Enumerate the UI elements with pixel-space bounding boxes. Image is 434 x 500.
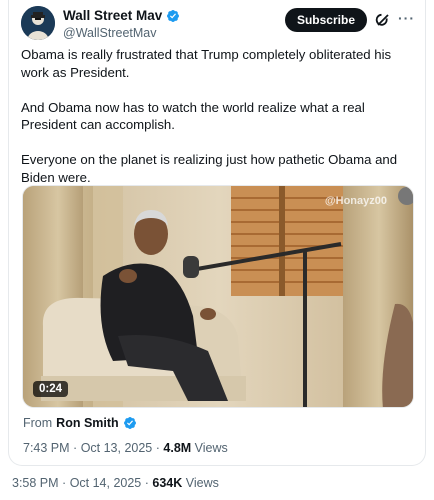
post-header: Wall Street Mav @WallStreetMav Subscribe…	[19, 6, 415, 46]
video-duration-badge: 0:24	[33, 381, 69, 397]
more-icon[interactable]: ···	[398, 10, 415, 26]
verified-badge-icon	[166, 9, 180, 23]
verified-badge-icon	[123, 416, 137, 430]
outer-views-count: 634K	[152, 476, 183, 490]
post-meta: 7:43 PM · Oct 13, 2025 · 4.8M Views	[23, 441, 228, 455]
grok-icon[interactable]	[375, 12, 391, 28]
post-text: Obama is really frustrated that Trump co…	[21, 46, 421, 204]
video-watermark: @Honayz00	[324, 195, 387, 207]
from-label: From	[23, 416, 53, 430]
video-player[interactable]: @Honayz00 0:24	[22, 185, 414, 408]
author-name-row[interactable]: Wall Street Mav	[63, 8, 180, 23]
views-count: 4.8M	[163, 441, 192, 455]
post-paragraph: Everyone on the planet is realizing just…	[21, 152, 398, 185]
post-time[interactable]: 7:43 PM	[23, 441, 70, 455]
author-handle[interactable]: @WallStreetMav	[63, 26, 157, 40]
outer-post-meta: 3:58 PM · Oct 14, 2025 · 634K Views	[12, 476, 219, 490]
source-author-link[interactable]: Ron Smith	[56, 416, 119, 430]
quoted-post-card[interactable]: Wall Street Mav @WallStreetMav Subscribe…	[8, 0, 426, 466]
views-label: Views	[194, 441, 228, 455]
post-paragraph: Obama is really frustrated that Trump co…	[21, 47, 392, 80]
video-source-row: From Ron Smith	[23, 416, 137, 430]
author-display-name[interactable]: Wall Street Mav	[63, 8, 162, 23]
outer-post-time[interactable]: 3:58 PM	[12, 476, 59, 490]
post-date[interactable]: Oct 13, 2025	[81, 441, 153, 455]
avatar[interactable]	[21, 6, 55, 40]
post-paragraph: And Obama now has to watch the world rea…	[21, 99, 365, 133]
outer-post-date[interactable]: Oct 14, 2025	[70, 476, 142, 490]
outer-views-label: Views	[185, 476, 219, 490]
video-frame	[23, 186, 413, 407]
subscribe-button[interactable]: Subscribe	[284, 8, 367, 32]
